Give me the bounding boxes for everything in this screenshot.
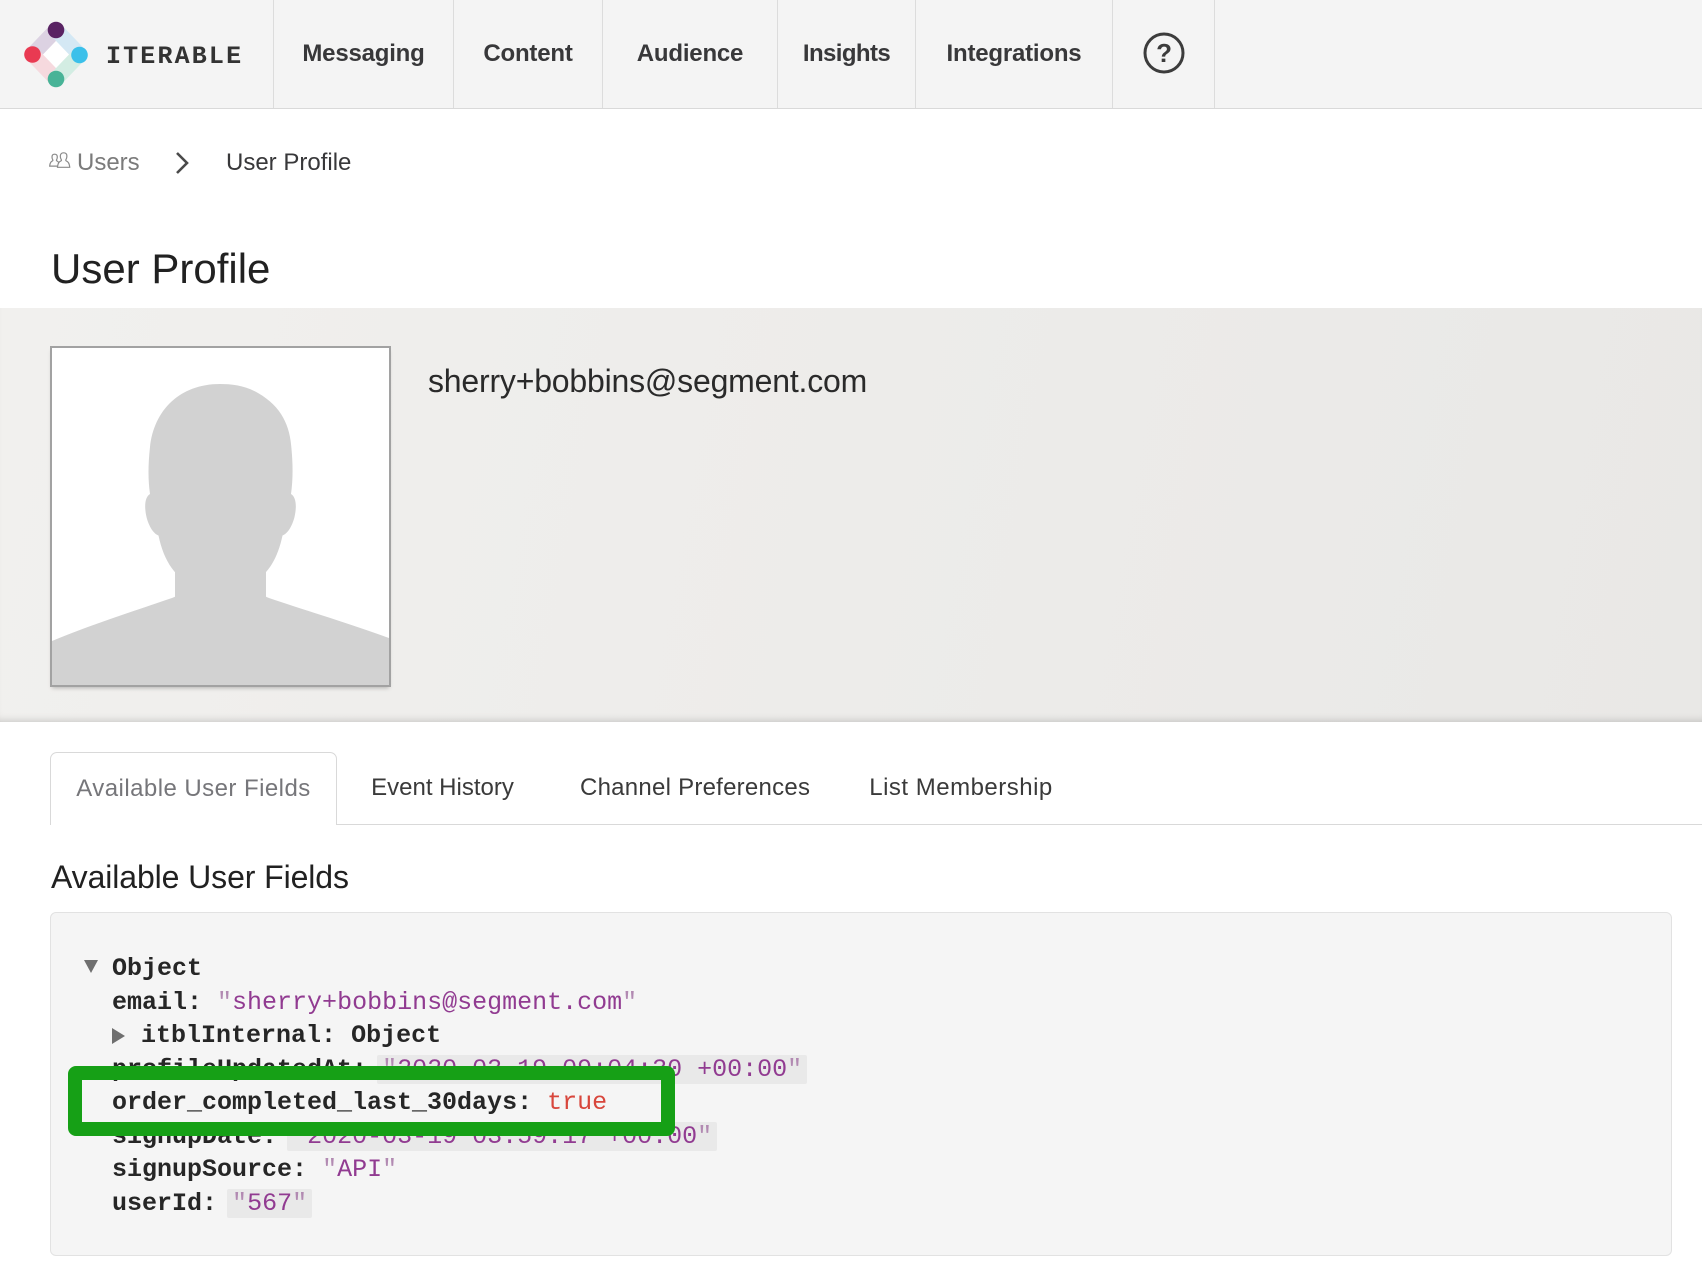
svg-text:?: ?: [1156, 38, 1172, 68]
